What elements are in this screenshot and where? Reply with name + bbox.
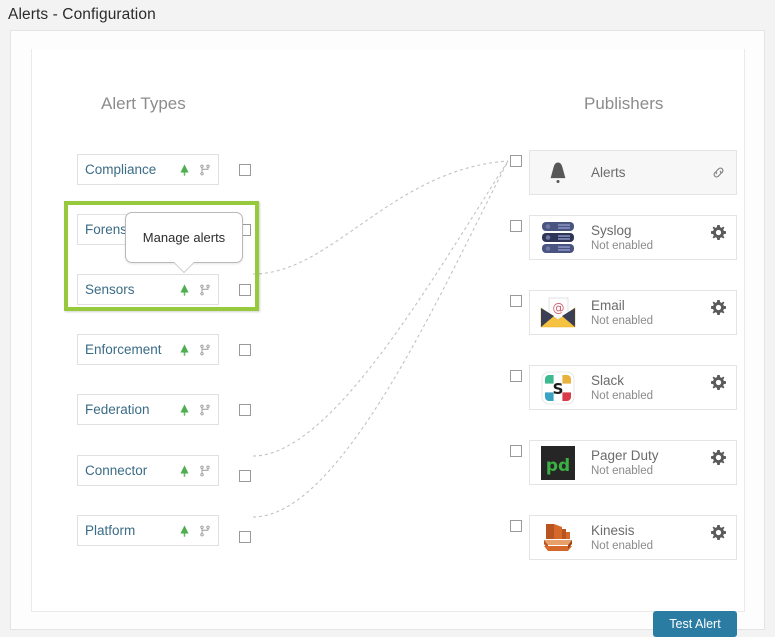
publisher-row-slack[interactable]: S Slack Not enabled bbox=[529, 365, 737, 410]
fork-icon[interactable] bbox=[198, 463, 211, 478]
publisher-status: Not enabled bbox=[591, 239, 654, 252]
alert-type-row[interactable]: Platform bbox=[77, 515, 219, 546]
fork-icon[interactable] bbox=[198, 523, 211, 538]
gear-icon[interactable] bbox=[709, 300, 727, 315]
tooltip-text: Manage alerts bbox=[142, 230, 226, 245]
publisher-row-kinesis[interactable]: Kinesis Not enabled bbox=[529, 515, 737, 560]
publisher-name: Kinesis bbox=[591, 522, 635, 538]
bell-icon[interactable] bbox=[178, 402, 191, 417]
server-icon bbox=[536, 220, 580, 255]
alert-type-icons bbox=[178, 463, 211, 478]
fork-icon[interactable] bbox=[198, 162, 211, 177]
publisher-status: Not enabled bbox=[591, 389, 654, 402]
alert-type-checkbox[interactable] bbox=[239, 344, 251, 356]
publisher-name: Pager Duty bbox=[591, 447, 659, 463]
manage-alerts-tooltip: Manage alerts bbox=[125, 212, 243, 273]
publisher-row-email[interactable]: @ Email Not enabled bbox=[529, 290, 737, 335]
publisher-text: Pager Duty Not enabled bbox=[580, 447, 709, 479]
gear-icon[interactable] bbox=[709, 525, 727, 540]
publisher-status: Not enabled bbox=[591, 464, 654, 477]
link-icon[interactable] bbox=[709, 165, 727, 180]
publisher-checkbox[interactable] bbox=[510, 220, 522, 232]
alert-type-icons bbox=[178, 402, 211, 417]
publisher-name: Alerts bbox=[591, 165, 626, 180]
connector-sensors-alerts bbox=[252, 160, 509, 275]
publisher-checkbox[interactable] bbox=[510, 370, 522, 382]
alert-type-checkbox[interactable] bbox=[239, 404, 251, 416]
kinesis-icon bbox=[536, 520, 580, 555]
publisher-name: Syslog bbox=[591, 222, 632, 238]
alerts-mapping-card: Alert Types Publishers Compliance Forens… bbox=[31, 49, 745, 637]
publisher-checkbox[interactable] bbox=[510, 520, 522, 532]
gear-icon[interactable] bbox=[709, 225, 727, 240]
publisher-text: Email Not enabled bbox=[580, 297, 709, 329]
bell-icon[interactable] bbox=[178, 342, 191, 357]
alert-type-label: Enforcement bbox=[85, 342, 162, 357]
publishers-heading: Publishers bbox=[584, 94, 664, 113]
test-alert-button[interactable]: Test Alert bbox=[653, 611, 737, 637]
alert-type-label: Connector bbox=[85, 463, 148, 478]
alert-type-checkbox[interactable] bbox=[239, 164, 251, 176]
alert-type-row[interactable]: Connector bbox=[77, 455, 219, 486]
window-title: Alerts - Configuration bbox=[8, 6, 156, 23]
connector-platform-alerts bbox=[252, 160, 509, 518]
connector-connector-alerts bbox=[252, 160, 509, 457]
publisher-checkbox[interactable] bbox=[510, 155, 522, 167]
svg-text:S: S bbox=[553, 380, 564, 398]
alert-type-label: Platform bbox=[85, 523, 136, 538]
alert-type-icons bbox=[178, 523, 211, 538]
alert-type-label: Federation bbox=[85, 402, 150, 417]
tooltip-arrow bbox=[174, 261, 194, 272]
publisher-text: Slack Not enabled bbox=[580, 372, 709, 404]
pagerduty-icon: pd bbox=[536, 445, 580, 480]
publisher-status: Not enabled bbox=[591, 314, 654, 327]
svg-text:@: @ bbox=[553, 301, 565, 315]
envelope-icon: @ bbox=[536, 295, 580, 330]
publisher-row-syslog[interactable]: Syslog Not enabled bbox=[529, 215, 737, 260]
slack-icon: S bbox=[536, 370, 580, 405]
fork-icon[interactable] bbox=[198, 402, 211, 417]
alert-type-row[interactable]: Federation bbox=[77, 394, 219, 425]
publisher-text: Syslog Not enabled bbox=[580, 222, 709, 254]
bell-icon[interactable] bbox=[178, 162, 191, 177]
publisher-row-alerts[interactable]: Alerts bbox=[529, 150, 737, 195]
alert-type-label: Compliance bbox=[85, 162, 157, 177]
publisher-text: Kinesis Not enabled bbox=[580, 522, 709, 554]
gear-icon[interactable] bbox=[709, 375, 727, 390]
fork-icon[interactable] bbox=[198, 342, 211, 357]
bell-icon[interactable] bbox=[178, 463, 191, 478]
gear-icon[interactable] bbox=[709, 450, 727, 465]
alert-type-row[interactable]: Compliance bbox=[77, 154, 219, 185]
alert-type-row[interactable]: Enforcement bbox=[77, 334, 219, 365]
publisher-row-pager-duty[interactable]: pd Pager Duty Not enabled bbox=[529, 440, 737, 485]
alert-types-heading: Alert Types bbox=[101, 94, 186, 113]
alert-type-checkbox[interactable] bbox=[239, 470, 251, 482]
publisher-name: Email bbox=[591, 297, 625, 313]
configuration-panel: Alert Types Publishers Compliance Forens… bbox=[10, 30, 765, 637]
alert-type-icons bbox=[178, 342, 211, 357]
publisher-checkbox[interactable] bbox=[510, 445, 522, 457]
publisher-text: Alerts bbox=[580, 164, 709, 181]
publisher-status: Not enabled bbox=[591, 539, 654, 552]
publisher-name: Slack bbox=[591, 372, 625, 388]
bell-icon[interactable] bbox=[178, 523, 191, 538]
bell-icon bbox=[536, 155, 580, 190]
window-title-bar: Alerts - Configuration bbox=[0, 0, 775, 30]
alert-type-icons bbox=[178, 162, 211, 177]
svg-text:pd: pd bbox=[546, 456, 570, 476]
alert-type-checkbox[interactable] bbox=[239, 531, 251, 543]
publisher-checkbox[interactable] bbox=[510, 295, 522, 307]
